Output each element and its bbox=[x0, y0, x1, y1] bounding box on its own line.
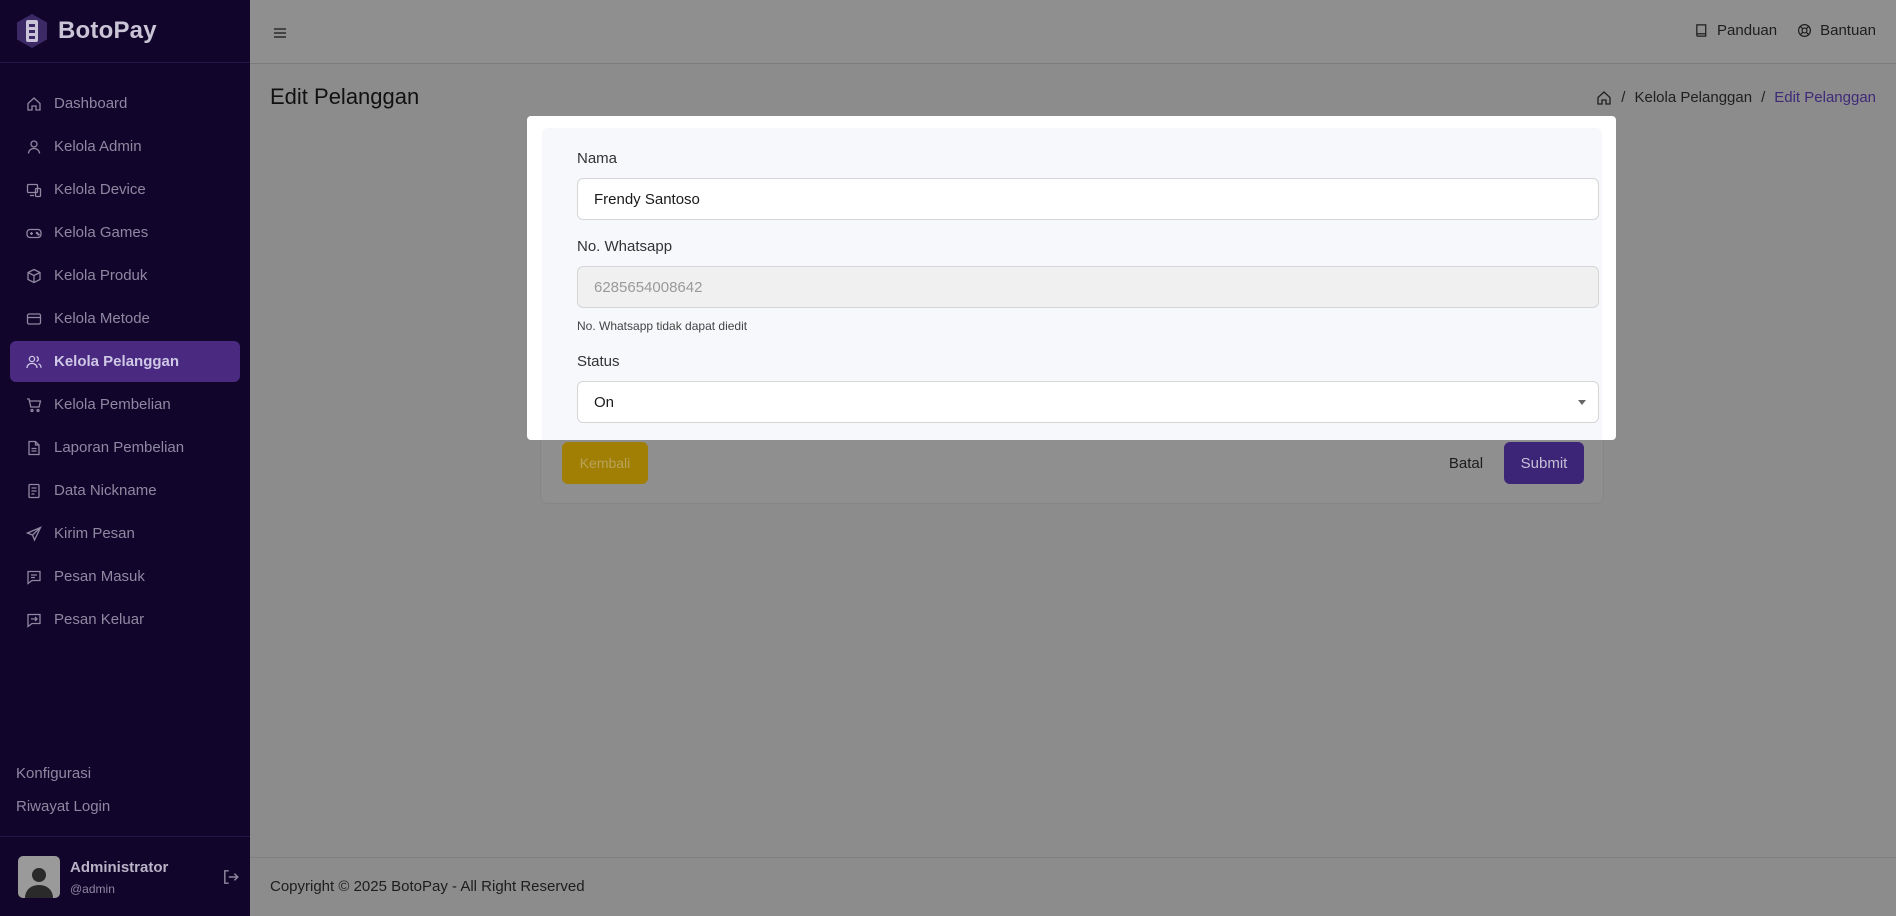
topbar: Panduan Bantuan bbox=[250, 0, 1896, 64]
home-icon[interactable] bbox=[1596, 90, 1612, 106]
sidebar-item-label: Dashboard bbox=[54, 95, 128, 112]
send-icon bbox=[26, 525, 42, 542]
sidebar-item-label: Pesan Keluar bbox=[54, 611, 145, 628]
whatsapp-input: 6285654008642 bbox=[577, 266, 1599, 308]
form-body: Nama Frendy Santoso No. Whatsapp 6285654… bbox=[542, 128, 1602, 440]
gamepad-icon bbox=[26, 228, 42, 238]
header-links: Panduan Bantuan bbox=[1674, 22, 1876, 39]
user-name: Administrator bbox=[70, 858, 169, 876]
sidebar-item-label: Laporan Pembelian bbox=[54, 439, 185, 456]
sidebar-item-label: Kelola Metode bbox=[54, 310, 150, 327]
breadcrumb-current: Edit Pelanggan bbox=[1774, 89, 1876, 106]
sidebar-item-kelola-produk[interactable]: Kelola Produk bbox=[10, 255, 240, 296]
back-button[interactable]: Kembali bbox=[562, 442, 648, 484]
panduan-label: Panduan bbox=[1717, 22, 1778, 39]
whatsapp-hint: No. Whatsapp tidak dapat diedit bbox=[577, 319, 748, 333]
sidebar-item-label: Data Nickname bbox=[54, 482, 157, 499]
credit-card-icon bbox=[26, 312, 42, 325]
status-select[interactable]: On bbox=[577, 381, 1599, 423]
sidebar-nav: Dashboard Kelola Admin Kelola Device Kel… bbox=[10, 83, 240, 642]
name-input[interactable]: Frendy Santoso bbox=[577, 178, 1599, 220]
botopay-logo-icon bbox=[17, 14, 47, 48]
riwayat-login-link[interactable]: Riwayat Login bbox=[16, 795, 110, 828]
lifebuoy-icon bbox=[1798, 23, 1812, 38]
sidebar-item-dashboard[interactable]: Dashboard bbox=[10, 83, 240, 124]
document-icon bbox=[28, 440, 40, 455]
breadcrumb: / Kelola Pelanggan / Edit Pelanggan bbox=[1596, 89, 1876, 106]
message-out-icon bbox=[27, 613, 41, 628]
avatar[interactable] bbox=[18, 856, 60, 898]
status-value: On bbox=[594, 393, 615, 411]
divider bbox=[250, 857, 1896, 858]
message-icon bbox=[27, 570, 41, 585]
submit-button[interactable]: Submit bbox=[1504, 442, 1584, 484]
breadcrumb-separator: / bbox=[1761, 89, 1766, 106]
sidebar-item-pesan-keluar[interactable]: Pesan Keluar bbox=[10, 599, 240, 640]
status-label: Status bbox=[577, 353, 620, 370]
list-document-icon bbox=[28, 483, 40, 498]
sidebar-item-kelola-metode[interactable]: Kelola Metode bbox=[10, 298, 240, 339]
brand[interactable]: BotoPay bbox=[14, 12, 157, 50]
devices-icon bbox=[26, 183, 42, 197]
person-silhouette-icon bbox=[25, 868, 53, 898]
book-icon bbox=[1696, 24, 1707, 37]
copyright-text: Copyright © 2025 BotoPay - All Right Res… bbox=[270, 878, 585, 895]
breadcrumb-kelola-pelanggan[interactable]: Kelola Pelanggan bbox=[1634, 89, 1752, 106]
sidebar-item-data-nickname[interactable]: Data Nickname bbox=[10, 470, 240, 511]
sidebar-item-kirim-pesan[interactable]: Kirim Pesan bbox=[10, 513, 240, 554]
name-label: Nama bbox=[577, 150, 618, 167]
cancel-button[interactable]: Batal bbox=[1440, 442, 1492, 484]
form-highlight-panel: Nama Frendy Santoso No. Whatsapp 6285654… bbox=[527, 116, 1616, 440]
sidebar-item-pesan-masuk[interactable]: Pesan Masuk bbox=[10, 556, 240, 597]
bantuan-label: Bantuan bbox=[1820, 22, 1876, 39]
cart-icon bbox=[27, 397, 42, 412]
divider bbox=[0, 62, 250, 63]
name-value: Frendy Santoso bbox=[594, 190, 700, 208]
sidebar-item-label: Kelola Games bbox=[54, 224, 149, 241]
sidebar-footer-links: Konfigurasi Riwayat Login bbox=[16, 762, 110, 828]
page-title: Edit Pelanggan bbox=[270, 84, 420, 109]
sidebar: BotoPay Dashboard Kelola Admin Kelola De… bbox=[0, 0, 250, 916]
sidebar-item-kelola-pembelian[interactable]: Kelola Pembelian bbox=[10, 384, 240, 425]
users-icon bbox=[26, 355, 42, 368]
chevron-down-icon bbox=[1578, 400, 1586, 405]
sidebar-item-kelola-device[interactable]: Kelola Device bbox=[10, 169, 240, 210]
user-profile: Administrator @admin bbox=[18, 855, 240, 899]
sidebar-item-laporan-pembelian[interactable]: Laporan Pembelian bbox=[10, 427, 240, 468]
sidebar-item-label: Kelola Device bbox=[54, 181, 146, 198]
konfigurasi-link[interactable]: Konfigurasi bbox=[16, 762, 110, 795]
sidebar-item-kelola-admin[interactable]: Kelola Admin bbox=[10, 126, 240, 167]
sidebar-item-label: Kelola Admin bbox=[54, 138, 142, 155]
logout-icon[interactable] bbox=[222, 868, 240, 886]
user-icon bbox=[27, 139, 41, 154]
user-handle: @admin bbox=[70, 881, 115, 896]
sidebar-item-label: Pesan Masuk bbox=[54, 568, 145, 585]
bantuan-link[interactable]: Bantuan bbox=[1797, 22, 1876, 39]
hamburger-menu-icon[interactable] bbox=[272, 25, 288, 41]
divider bbox=[0, 836, 250, 837]
panduan-link[interactable]: Panduan bbox=[1694, 22, 1777, 39]
sidebar-item-label: Kelola Pelanggan bbox=[54, 353, 180, 370]
breadcrumb-separator: / bbox=[1621, 89, 1626, 106]
box-icon bbox=[27, 268, 41, 283]
sidebar-item-kelola-games[interactable]: Kelola Games bbox=[10, 212, 240, 253]
sidebar-item-label: Kelola Pembelian bbox=[54, 396, 171, 413]
home-icon bbox=[27, 96, 41, 111]
whatsapp-label: No. Whatsapp bbox=[577, 238, 673, 255]
whatsapp-value: 6285654008642 bbox=[594, 278, 703, 296]
sidebar-item-kelola-pelanggan[interactable]: Kelola Pelanggan bbox=[10, 341, 240, 382]
sidebar-item-label: Kirim Pesan bbox=[54, 525, 135, 542]
sidebar-item-label: Kelola Produk bbox=[54, 267, 148, 284]
brand-name: BotoPay bbox=[58, 17, 157, 44]
